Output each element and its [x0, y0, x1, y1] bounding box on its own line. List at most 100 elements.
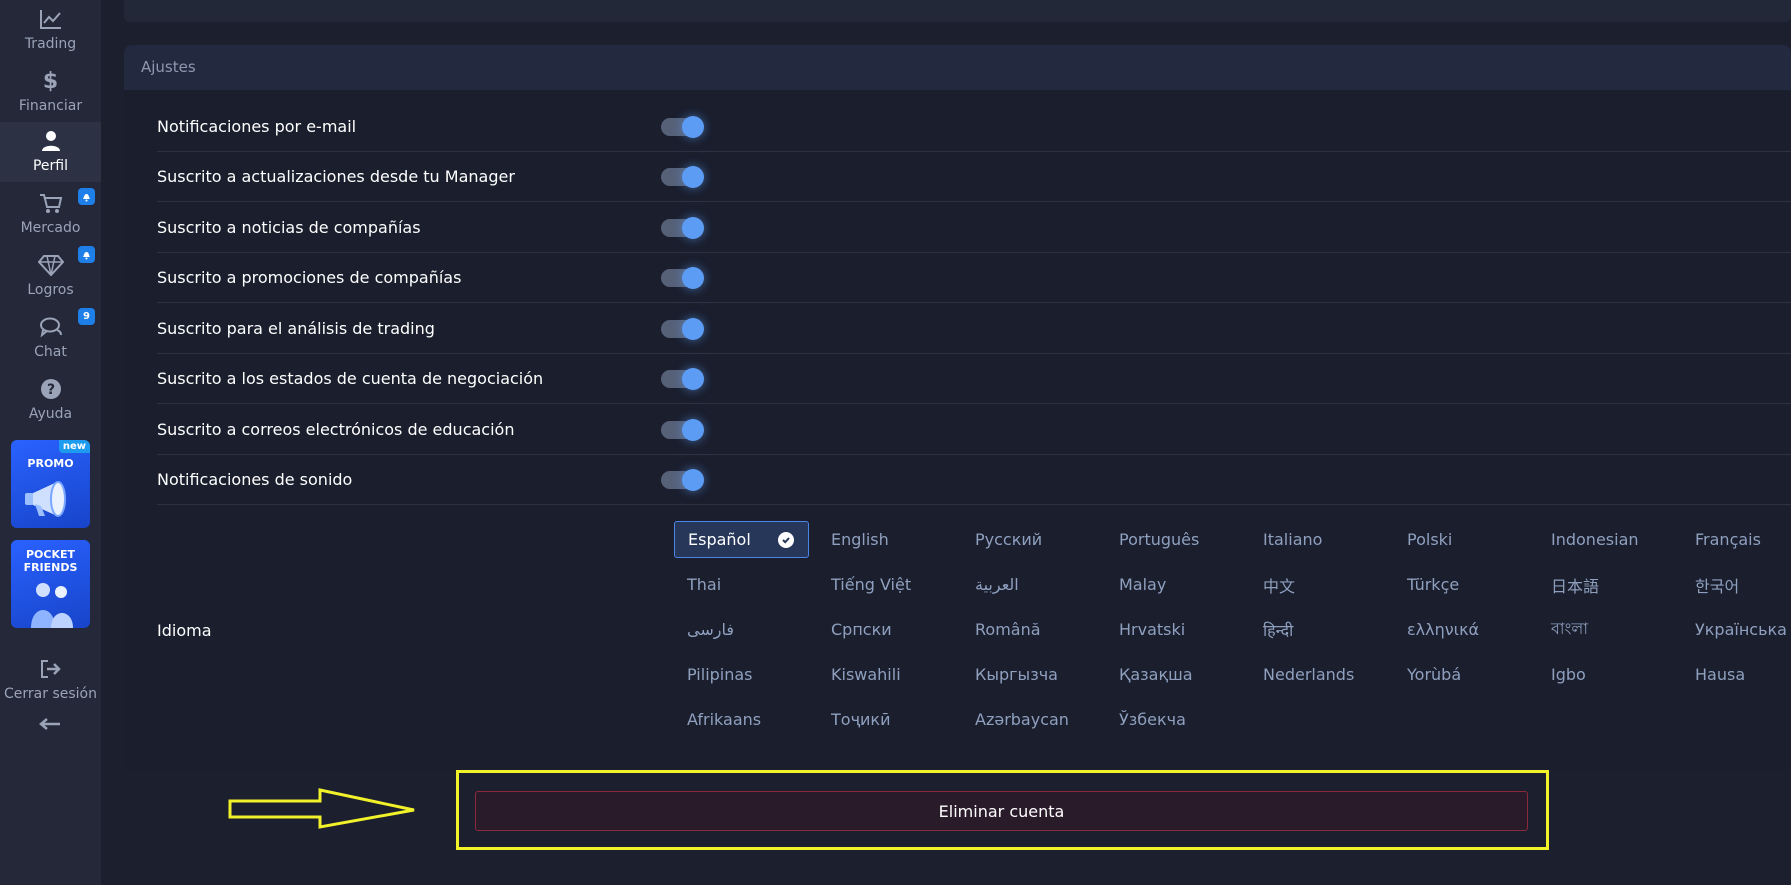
toggle-knob	[682, 317, 704, 340]
language-option[interactable]: Ўзбекча	[1106, 701, 1241, 738]
language-option[interactable]: Afrikaans	[674, 701, 809, 738]
language-option-label: বাংলা	[1551, 619, 1588, 638]
language-option[interactable]: ελληνικά	[1394, 611, 1529, 648]
language-option[interactable]: 한국어	[1682, 566, 1791, 603]
language-option[interactable]: Thai	[674, 566, 809, 603]
language-option[interactable]: Azərbaycan	[962, 701, 1097, 738]
language-option-label: Hrvatski	[1119, 620, 1186, 639]
sidebar-item-label: Logros	[27, 282, 74, 298]
language-option-label: Polski	[1407, 530, 1453, 549]
language-option[interactable]: Hrvatski	[1106, 611, 1241, 648]
sidebar-item-label: Financiar	[18, 98, 83, 114]
cart-icon	[38, 190, 64, 216]
language-option-label: Yorùbá	[1407, 665, 1462, 684]
promo-label: PROMO	[27, 457, 74, 470]
language-option[interactable]: Türkçe	[1394, 566, 1529, 603]
logout-icon	[38, 656, 64, 682]
language-option-label: ελληνικά	[1407, 620, 1480, 639]
language-option[interactable]: العربية	[962, 566, 1097, 603]
svg-text:?: ?	[46, 382, 54, 398]
toggle-switch[interactable]	[661, 216, 704, 239]
delete-account-button[interactable]: Eliminar cuenta	[475, 791, 1528, 831]
language-option[interactable]: Yorùbá	[1394, 656, 1529, 693]
language-option[interactable]: Kiswahili	[818, 656, 953, 693]
language-option[interactable]: 中文	[1250, 566, 1385, 603]
language-option-label: فارسی	[687, 620, 734, 639]
bell-badge-icon	[78, 188, 95, 205]
language-option[interactable]: Tiếng Việt	[818, 566, 953, 603]
language-option[interactable]: বাংলা	[1538, 611, 1673, 648]
language-option-label: Română	[975, 620, 1041, 639]
language-option[interactable]: Română	[962, 611, 1097, 648]
sidebar-item-financiar[interactable]: $ Financiar	[0, 62, 101, 122]
setting-label: Notificaciones de sonido	[157, 470, 353, 489]
language-option[interactable]: Қазақша	[1106, 656, 1241, 693]
collapse-sidebar-button[interactable]	[38, 716, 62, 732]
toggle-switch[interactable]	[661, 468, 704, 491]
check-icon	[778, 532, 794, 548]
language-option[interactable]: Indonesian	[1538, 521, 1673, 558]
setting-row-news: Suscrito a noticias de compañías	[157, 203, 1791, 253]
setting-label: Suscrito para el análisis de trading	[157, 319, 435, 338]
language-option[interactable]: 日本語	[1538, 566, 1673, 603]
language-option[interactable]: فارسی	[674, 611, 809, 648]
pocket-friends-card[interactable]: POCKET FRIENDS	[11, 540, 90, 628]
toggle-switch[interactable]	[661, 266, 704, 289]
sidebar-item-ayuda[interactable]: ? Ayuda	[0, 370, 101, 430]
toggle-knob	[682, 115, 704, 138]
toggle-switch[interactable]	[661, 418, 704, 441]
dollar-icon: $	[42, 68, 59, 94]
setting-row-email: Notificaciones por e-mail	[157, 102, 1791, 152]
language-option[interactable]: Nederlands	[1250, 656, 1385, 693]
language-option[interactable]: Português	[1106, 521, 1241, 558]
logout-button[interactable]: Cerrar sesión	[0, 650, 101, 710]
sidebar-item-label: Mercado	[20, 220, 81, 236]
sidebar-item-label: Ayuda	[28, 406, 73, 422]
pocket-friends-label-line2: FRIENDS	[23, 561, 78, 574]
language-option-label: Српски	[831, 620, 892, 639]
toggle-switch[interactable]	[661, 367, 704, 390]
language-option-label: Русский	[975, 530, 1043, 549]
toggle-switch[interactable]	[661, 115, 704, 138]
toggle-knob	[682, 165, 704, 188]
language-option[interactable]: Igbo	[1538, 656, 1673, 693]
language-option[interactable]: English	[818, 521, 953, 558]
language-option[interactable]: Українська	[1682, 611, 1791, 648]
friends-illustration-icon	[31, 583, 73, 628]
sidebar-item-trading[interactable]: Trading	[0, 0, 101, 60]
language-option[interactable]: Српски	[818, 611, 953, 648]
sidebar-item-perfil[interactable]: Perfil	[0, 122, 101, 182]
toggle-switch[interactable]	[661, 317, 704, 340]
top-panel-edge	[124, 0, 1791, 22]
bell-badge-icon	[78, 246, 95, 263]
language-option-label: Français	[1695, 530, 1761, 549]
language-option[interactable]: Hausa	[1682, 656, 1791, 693]
language-option[interactable]: Español	[674, 521, 809, 558]
setting-label: Suscrito a promociones de compañías	[157, 268, 462, 287]
language-option[interactable]: Malay	[1106, 566, 1241, 603]
language-option-label: Afrikaans	[687, 710, 762, 729]
language-option-label: Indonesian	[1551, 530, 1639, 549]
language-option[interactable]: Русский	[962, 521, 1097, 558]
language-option[interactable]: Italiano	[1250, 521, 1385, 558]
toggle-knob	[682, 216, 704, 239]
language-option-label: 한국어	[1695, 576, 1740, 596]
megaphone-icon	[25, 481, 66, 517]
toggle-switch[interactable]	[661, 165, 704, 188]
language-option-label: Azərbaycan	[975, 710, 1069, 729]
setting-row-manager: Suscrito a actualizaciones desde tu Mana…	[157, 152, 1791, 202]
language-option[interactable]: हिन्दी	[1250, 611, 1385, 648]
language-option-label: Кыргызча	[975, 665, 1058, 684]
promo-card[interactable]: new PROMO	[11, 440, 90, 528]
chat-icon	[38, 314, 64, 340]
language-option[interactable]: Тоҷикӣ	[818, 701, 953, 738]
language-option[interactable]: Кыргызча	[962, 656, 1097, 693]
toggle-knob	[682, 468, 704, 491]
language-option[interactable]: Pilipinas	[674, 656, 809, 693]
toggle-knob	[682, 367, 704, 390]
language-option[interactable]: Français	[1682, 521, 1791, 558]
user-icon	[38, 128, 64, 154]
setting-label: Suscrito a correos electrónicos de educa…	[157, 420, 515, 439]
language-option[interactable]: Polski	[1394, 521, 1529, 558]
language-option-label: Kiswahili	[831, 665, 901, 684]
